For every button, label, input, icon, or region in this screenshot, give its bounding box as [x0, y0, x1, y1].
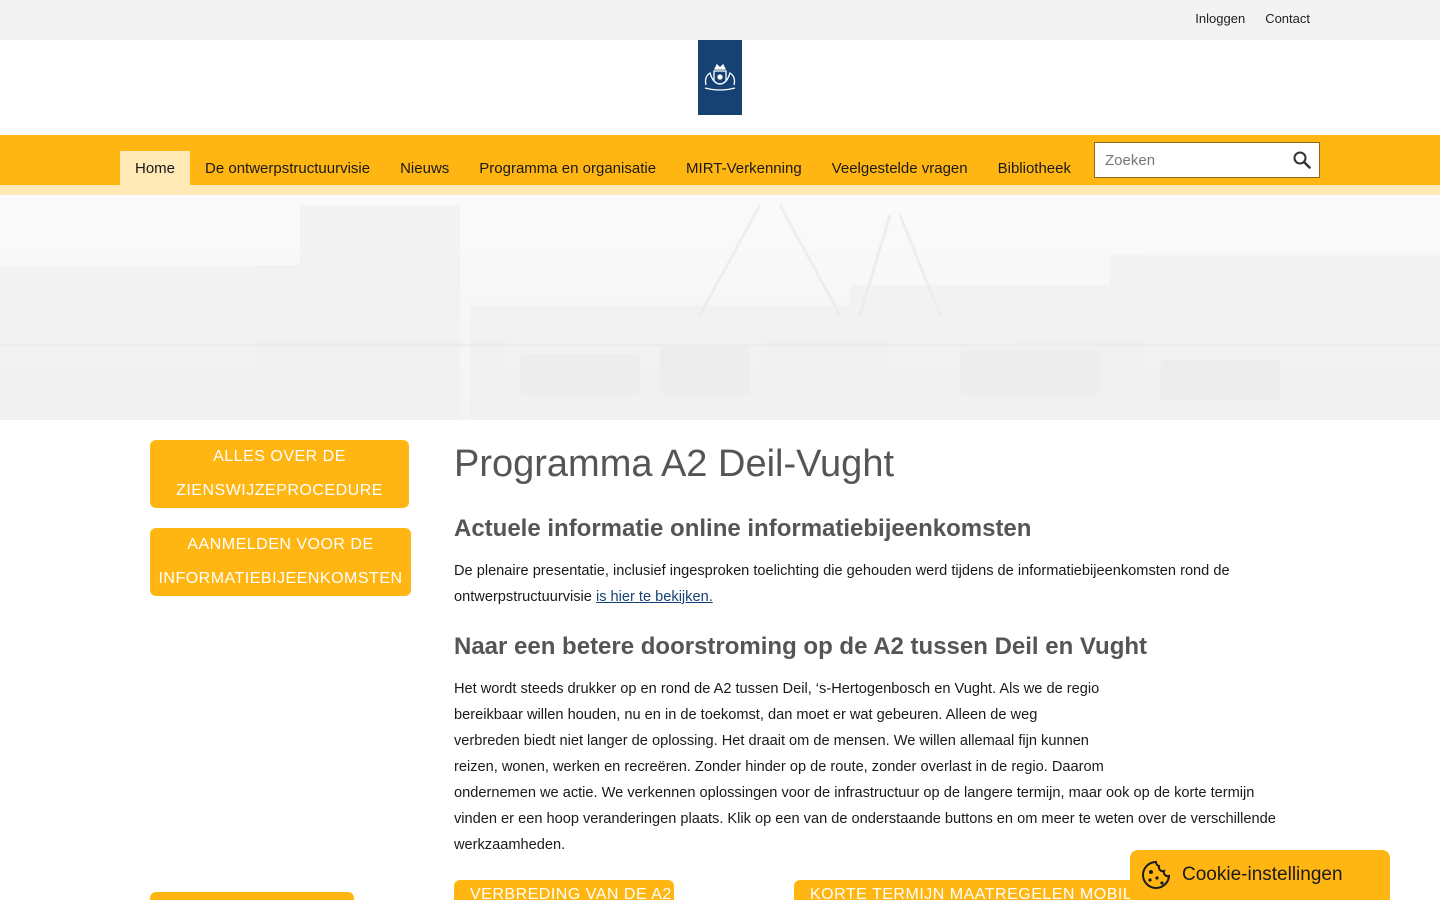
paragraph-line: bereikbaar willen houden, nu en in de to…	[454, 707, 1038, 723]
nav-programma-en-organisatie[interactable]: Programma en organisatie	[464, 151, 671, 185]
page-title: Programma A2 Deil-Vught	[454, 443, 895, 485]
zienswijzeprocedure-button[interactable]: ALLES OVER DE ZIENSWIJZEPROCEDURE	[150, 440, 409, 508]
hero-overlay	[0, 195, 1440, 420]
nav-ontwerpstructuurvisie[interactable]: De ontwerpstructuurvisie	[190, 151, 385, 185]
hero-banner-image	[0, 195, 1440, 420]
section-heading-actueel: Actuele informatie online informatiebije…	[454, 515, 1032, 542]
cookie-settings-label: Cookie-instellingen	[1182, 864, 1343, 885]
nav-underline-strip	[0, 185, 1440, 195]
cookie-icon	[1142, 860, 1171, 889]
top-utility-bar: Inloggen Contact	[0, 0, 1440, 40]
search-box	[1094, 142, 1320, 178]
search-input[interactable]	[1095, 143, 1285, 177]
contact-link[interactable]: Contact	[1265, 11, 1310, 26]
search-button[interactable]	[1285, 143, 1319, 177]
nav-home[interactable]: Home	[120, 151, 191, 185]
button-line: INFORMATIEBIJEENKOMSTEN	[158, 570, 403, 587]
button-line: AANMELDEN VOOR DE	[187, 536, 374, 553]
verbreding-a2-button[interactable]: VERBREDING VAN DE A2	[454, 880, 674, 900]
nav-nieuws[interactable]: Nieuws	[385, 151, 464, 185]
korte-termijn-maatregelen-button[interactable]: KORTE TERMIJN MAATREGELEN MOBILITEIT	[794, 880, 1154, 900]
intro-paragraph: Het wordt steeds drukker op en rond de A…	[454, 676, 1304, 858]
paragraph-line: vinden er een hoop veranderingen plaats.…	[454, 811, 1276, 827]
paragraph-line: Het wordt steeds drukker op en rond de A…	[454, 681, 1100, 697]
sidebar-button-partial[interactable]	[150, 892, 354, 900]
main-navigation-bar: Home De ontwerpstructuurvisie Nieuws Pro…	[0, 135, 1440, 185]
section-heading-doorstroming: Naar een betere doorstroming op de A2 tu…	[454, 633, 1148, 660]
cookie-settings-button[interactable]: Cookie-instellingen	[1130, 850, 1390, 900]
rijksoverheid-logo[interactable]	[698, 40, 742, 115]
presentation-link[interactable]: is hier te bekijken.	[596, 589, 713, 605]
paragraph-line: verbreden biedt niet langer de oplossing…	[454, 733, 1089, 749]
presentation-paragraph: De plenaire presentatie, inclusief inges…	[454, 558, 1304, 610]
nav-bibliotheek[interactable]: Bibliotheek	[983, 151, 1086, 185]
main-menu: Home De ontwerpstructuurvisie Nieuws Pro…	[120, 151, 1086, 185]
aanmelden-informatiebijeenkomsten-button[interactable]: AANMELDEN VOOR DE INFORMATIEBIJEENKOMSTE…	[150, 528, 411, 596]
main-content: Programma A2 Deil-Vught Actuele informat…	[454, 440, 1304, 858]
login-link[interactable]: Inloggen	[1195, 11, 1245, 26]
nav-veelgestelde-vragen[interactable]: Veelgestelde vragen	[817, 151, 983, 185]
button-line: ZIENSWIJZEPROCEDURE	[176, 482, 383, 499]
paragraph-line: ondernemen we actie. We verkennen oploss…	[454, 785, 1255, 801]
utility-links: Inloggen Contact	[1195, 11, 1310, 26]
coat-of-arms-icon	[704, 63, 736, 91]
paragraph-text: De plenaire presentatie, inclusief inges…	[454, 563, 1230, 605]
nav-mirt-verkenning[interactable]: MIRT-Verkenning	[671, 151, 817, 185]
paragraph-line: reizen, wonen, werken en recreëren. Zond…	[454, 759, 1104, 775]
button-line: ALLES OVER DE	[213, 448, 346, 465]
search-icon	[1293, 151, 1311, 169]
